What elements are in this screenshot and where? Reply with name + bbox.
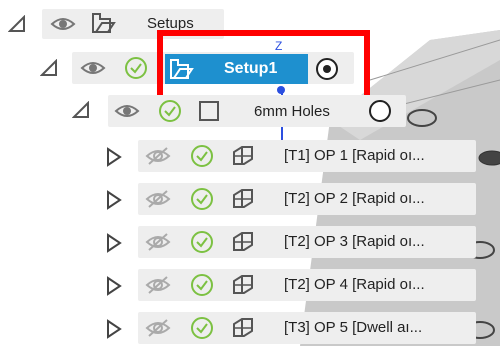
expand-triangle-icon[interactable]	[106, 233, 122, 253]
operation-label: [T1] OP 1 [Rapid oı...	[284, 147, 425, 164]
expand-triangle-icon[interactable]	[106, 276, 122, 296]
toolpath-icon	[233, 318, 253, 337]
expand-triangle-icon[interactable]	[106, 147, 122, 167]
operation-label: [T2] OP 4 [Rapid oı...	[284, 276, 425, 293]
collapse-triangle-icon[interactable]	[8, 15, 26, 33]
eye-hidden-icon[interactable]	[145, 318, 171, 338]
operation-label: [T3] OP 5 [Dwell aı...	[284, 319, 423, 336]
check-icon	[191, 145, 213, 167]
folder-label: 6mm Holes	[254, 103, 330, 120]
expand-triangle-icon[interactable]	[106, 319, 122, 339]
toolpath-icon	[233, 146, 253, 165]
eye-hidden-icon[interactable]	[145, 189, 171, 209]
eye-icon[interactable]	[50, 14, 76, 34]
radio-selected-icon[interactable]	[315, 57, 339, 81]
toolpath-icon	[233, 275, 253, 294]
setup1-label: Setup1	[224, 60, 278, 77]
operation-label: [T2] OP 3 [Rapid oı...	[284, 233, 425, 250]
check-icon	[191, 231, 213, 253]
eye-hidden-icon[interactable]	[145, 275, 171, 295]
setup-folder-icon	[170, 59, 194, 79]
check-icon	[191, 274, 213, 296]
eye-icon[interactable]	[114, 101, 140, 121]
eye-hidden-icon[interactable]	[145, 232, 171, 252]
operation-label: [T2] OP 2 [Rapid oı...	[284, 190, 425, 207]
toolpath-icon	[233, 189, 253, 208]
radio-icon[interactable]	[368, 99, 392, 123]
check-icon	[191, 317, 213, 339]
collapse-triangle-icon[interactable]	[72, 101, 90, 119]
check-icon	[159, 100, 181, 122]
check-icon	[125, 57, 147, 79]
eye-hidden-icon[interactable]	[145, 146, 171, 166]
eye-icon[interactable]	[80, 58, 106, 78]
setups-label: Setups	[147, 15, 194, 32]
check-icon	[191, 188, 213, 210]
canvas-viewport[interactable]: Z Setups Setup1 6mm Holes [T1] OP 1 [Rap…	[0, 0, 500, 346]
toolpath-icon	[233, 232, 253, 251]
expand-triangle-icon[interactable]	[106, 190, 122, 210]
folder-icon	[199, 101, 219, 121]
collapse-triangle-icon[interactable]	[40, 59, 58, 77]
svg-text:Z: Z	[275, 39, 282, 53]
setup-folder-icon	[92, 13, 116, 33]
